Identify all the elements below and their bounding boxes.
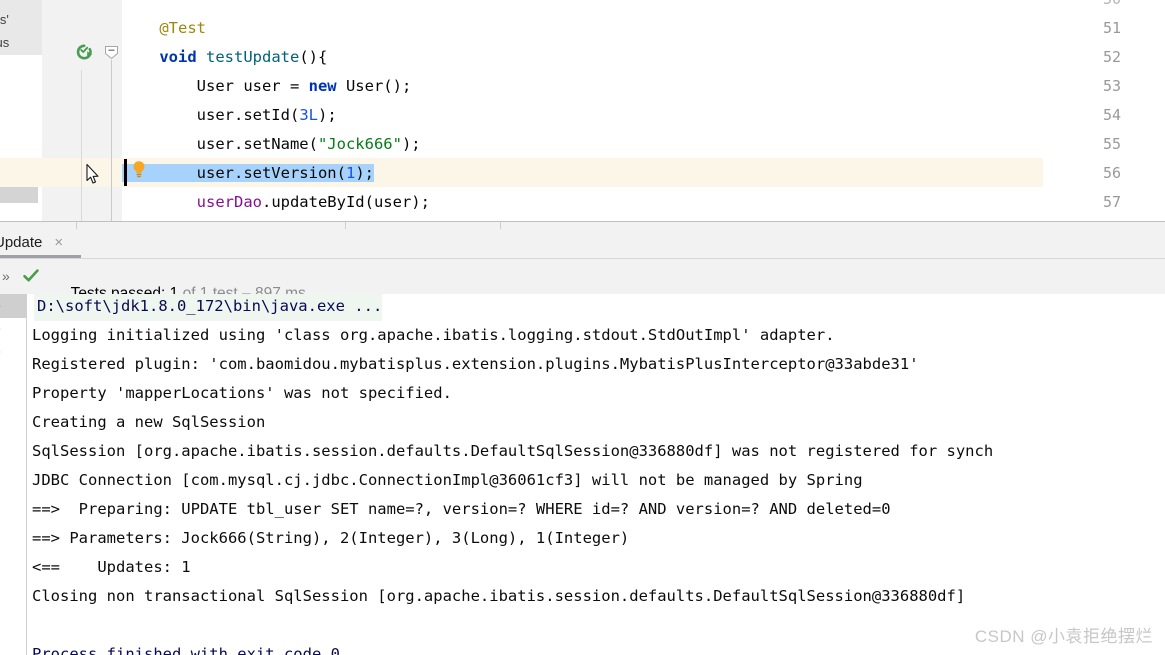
- run-test-success-icon[interactable]: [76, 44, 93, 61]
- timing-label: ms: [0, 320, 1, 334]
- close-icon[interactable]: ×: [54, 234, 63, 251]
- code-token: void: [159, 48, 197, 66]
- csdn-watermark: CSDN @小袁拒绝摆烂: [974, 627, 1153, 646]
- code-token: 1: [345, 164, 356, 182]
- code-line[interactable]: @Test: [122, 14, 206, 43]
- console-line: Closing non transactional SqlSession [or…: [32, 587, 966, 605]
- run-tab-label: Update: [0, 234, 43, 251]
- code-line[interactable]: userDao.updateById(user);: [122, 188, 430, 217]
- tab-separator: [76, 222, 77, 229]
- code-token: );: [355, 164, 374, 182]
- project-tree-item[interactable]: isplus: [0, 35, 9, 50]
- code-fold-region-line: [111, 60, 112, 221]
- code-token: User();: [336, 77, 412, 95]
- run-tab-update[interactable]: Update ×: [0, 227, 73, 258]
- console-line: ==> Preparing: UPDATE tbl_user SET name=…: [32, 500, 891, 518]
- code-line[interactable]: void testUpdate(){: [122, 43, 327, 72]
- editor-gutter-fold-strip[interactable]: [113, 0, 122, 221]
- console-line: SqlSession [org.apache.ibatis.session.de…: [32, 442, 994, 460]
- code-token: user.setId(: [122, 106, 300, 124]
- console-line: Process finished with exit code 0: [32, 645, 340, 655]
- code-token: "Jock666": [317, 135, 402, 153]
- code-line[interactable]: user.setName("Jock666");: [122, 130, 421, 159]
- code-token: new: [308, 77, 337, 95]
- test-status-row: » Tests passed: 1 of 1 test – 897 ms: [0, 259, 1165, 302]
- console-line: Logging initialized using 'class org.apa…: [32, 326, 835, 344]
- code-token: testUpdate: [206, 48, 300, 66]
- console-line: Property 'mapperLocations' was not speci…: [32, 384, 452, 402]
- code-token: userDao: [196, 193, 262, 211]
- indent-guide-line: [81, 70, 82, 221]
- run-tab-active-indicator: [0, 255, 81, 258]
- console-line: Registered plugin: 'com.baomidou.mybatis…: [32, 355, 919, 373]
- code-token: 3L: [299, 106, 318, 124]
- code-token: User user =: [122, 77, 309, 95]
- project-tool-window-remnant[interactable]: y splus' isplus: [0, 0, 42, 221]
- code-line[interactable]: user.setVersion(1);: [122, 159, 374, 188]
- code-line[interactable]: user.setId(3L);: [122, 101, 337, 130]
- console-line: D:\soft\jdk1.8.0_172\bin\java.exe ...: [34, 294, 383, 321]
- test-timing-strip[interactable]: ms ms ms: [0, 294, 26, 655]
- timing-selected-highlight: [0, 294, 26, 318]
- check-mark-icon: [22, 267, 40, 285]
- tab-separator: [500, 222, 501, 229]
- code-token: user.setName(: [122, 135, 318, 153]
- code-token: .updateById(user);: [261, 193, 430, 211]
- code-token: );: [317, 106, 337, 124]
- timing-label: ms: [0, 343, 1, 357]
- code-text-area[interactable]: @Test void testUpdate(){ User user = new…: [122, 0, 1165, 221]
- console-line: Creating a new SqlSession: [32, 413, 266, 431]
- console-line: ==> Parameters: Jock666(String), 2(Integ…: [32, 529, 630, 547]
- run-tool-window[interactable]: Update × » Tests passed: 1 of 1 test – 8…: [0, 221, 1165, 655]
- code-line[interactable]: User user = new User();: [122, 72, 412, 101]
- editor-gutter[interactable]: [42, 0, 114, 221]
- code-token: user.setVersion(: [122, 164, 346, 182]
- console-line: <== Updates: 1: [32, 558, 191, 576]
- project-tree-item[interactable]: splus': [0, 12, 9, 27]
- lightbulb-icon[interactable]: [131, 160, 147, 180]
- code-fold-collapse-icon[interactable]: [104, 45, 119, 60]
- code-token: (){: [299, 48, 328, 66]
- mouse-cursor-pointer: [86, 163, 100, 185]
- run-tab-strip[interactable]: Update ×: [0, 222, 1165, 259]
- text-caret: [124, 159, 127, 186]
- console-line: JDBC Connection [com.mysql.cj.jdbc.Conne…: [32, 471, 863, 489]
- tab-separator: [345, 222, 346, 229]
- timing-label: ms: [0, 297, 1, 311]
- code-token: );: [401, 135, 421, 153]
- expand-chevrons-icon[interactable]: »: [2, 268, 10, 284]
- code-token: @Test: [159, 19, 206, 37]
- console-output[interactable]: D:\soft\jdk1.8.0_172\bin\java.exe ... Log…: [27, 294, 1165, 655]
- code-editor-pane[interactable]: y splus' isplus 5051525354555657 @Test v…: [0, 0, 1165, 221]
